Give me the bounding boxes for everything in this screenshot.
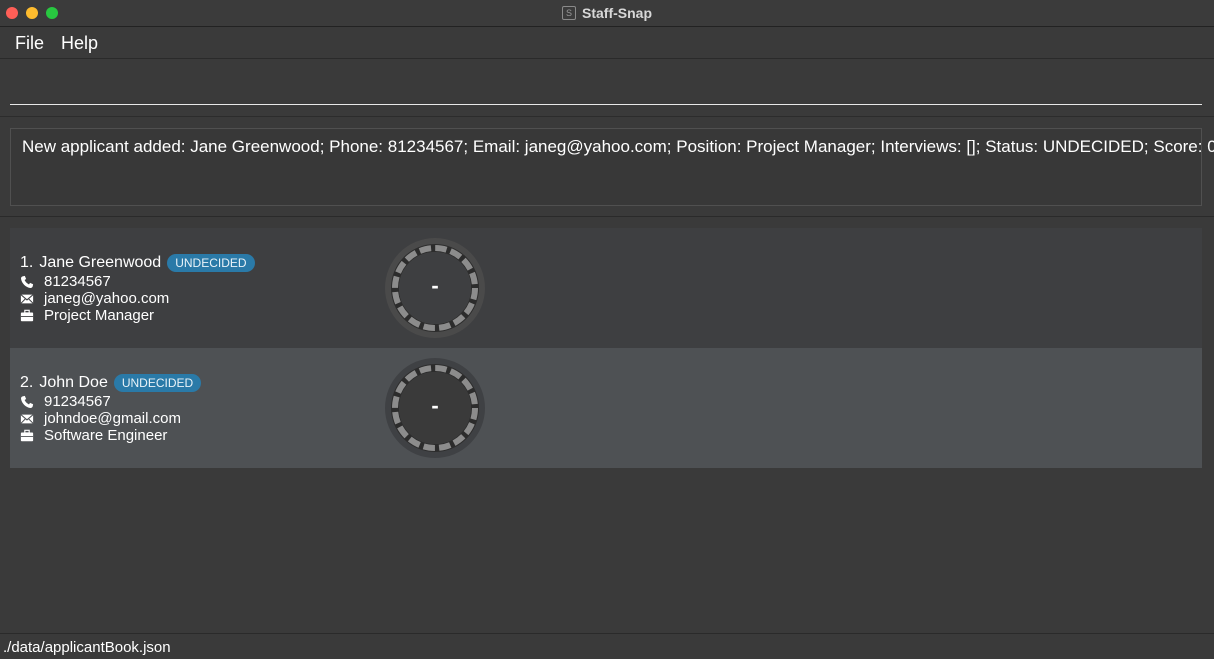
position-title: Project Manager <box>44 307 155 324</box>
score-ring: - <box>384 237 486 339</box>
email-address: johndoe@gmail.com <box>44 410 181 427</box>
applicant-name: John Doe <box>39 374 108 391</box>
briefcase-icon <box>20 429 34 441</box>
menu-bar: File Help <box>0 27 1214 59</box>
menu-file[interactable]: File <box>15 33 44 54</box>
status-badge: UNDECIDED <box>167 254 255 272</box>
score-ring: - <box>384 357 486 459</box>
applicant-name: Jane Greenwood <box>39 254 162 271</box>
phone-icon <box>21 395 34 408</box>
result-display: New applicant added: Jane Greenwood; Pho… <box>10 128 1214 206</box>
command-input[interactable] <box>10 65 1202 105</box>
title-bar: S Staff-Snap <box>0 0 1214 27</box>
command-area <box>0 59 1214 117</box>
score-value: - <box>431 273 439 298</box>
status-bar: ./data/applicantBook.json <box>0 633 1214 659</box>
status-badge: UNDECIDED <box>113 374 202 392</box>
menu-help[interactable]: Help <box>61 33 98 54</box>
score-value: - <box>431 393 439 418</box>
applicant-card[interactable]: 1. Jane Greenwood UNDECIDED 81234567 jan… <box>10 228 1202 348</box>
briefcase-icon <box>20 309 34 321</box>
phone-number: 91234567 <box>44 393 111 410</box>
app-icon: S <box>562 6 576 20</box>
applicant-list[interactable]: 1. Jane Greenwood UNDECIDED 81234567 jan… <box>10 228 1202 468</box>
result-text: New applicant added: Jane Greenwood; Pho… <box>22 137 1214 156</box>
phone-icon <box>21 275 34 288</box>
data-file-path: ./data/applicantBook.json <box>3 639 171 656</box>
applicant-index: 2. <box>20 374 34 391</box>
mail-icon <box>20 413 34 424</box>
applicant-card[interactable]: 2. John Doe UNDECIDED 91234567 johndoe@g… <box>10 348 1202 468</box>
phone-number: 81234567 <box>44 273 111 290</box>
window-title: Staff-Snap <box>582 5 652 21</box>
email-address: janeg@yahoo.com <box>44 290 170 307</box>
position-title: Software Engineer <box>44 427 168 444</box>
mail-icon <box>20 293 34 304</box>
divider <box>0 216 1214 217</box>
applicant-index: 1. <box>20 254 34 271</box>
